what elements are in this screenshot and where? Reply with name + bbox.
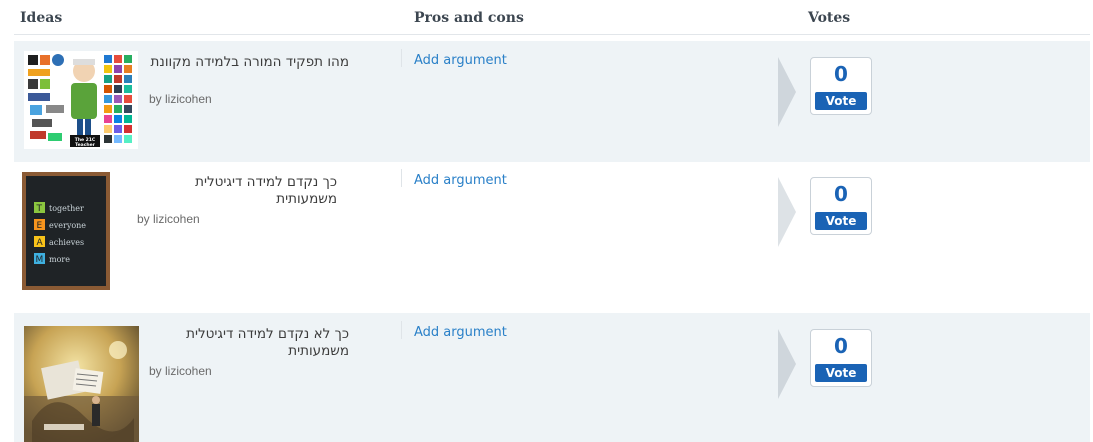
svg-text:T: T	[36, 204, 43, 214]
vote-button[interactable]: Vote	[815, 212, 867, 230]
idea-author: by lizicohen	[149, 92, 212, 106]
team-chalkboard-image: T E A M together everyone achieves more	[22, 172, 110, 290]
idea-title[interactable]: כך נקדם למידה דיגיטלית משמעותית	[137, 174, 337, 208]
vote-arrow-icon	[778, 57, 796, 127]
vote-count: 0	[834, 62, 848, 86]
surreal-painting-image	[24, 326, 139, 442]
idea-thumbnail-painting[interactable]	[24, 326, 139, 442]
svg-text:A: A	[37, 238, 44, 248]
svg-text:Teacher: Teacher	[75, 142, 95, 148]
column-header-ideas: Ideas	[20, 10, 63, 26]
idea-row: כך לא נקדם למידה דיגיטלית משמעותית by li…	[14, 313, 1090, 442]
vote-box: 0 Vote	[810, 57, 872, 115]
vote-count: 0	[834, 334, 848, 358]
idea-row: The 21C Teacher מהו תפקיד המורה בלמידה מ…	[14, 41, 1090, 162]
vote-button[interactable]: Vote	[815, 364, 867, 382]
table-header: Ideas Pros and cons Votes	[14, 0, 1090, 35]
vote-arrow-icon	[778, 177, 796, 247]
column-header-pros-cons: Pros and cons	[414, 10, 524, 26]
thumb-word: everyone	[49, 221, 86, 230]
idea-thumbnail-teacher[interactable]: The 21C Teacher	[24, 51, 138, 149]
vote-box: 0 Vote	[810, 329, 872, 387]
idea-author: by lizicohen	[149, 364, 212, 378]
thumb-word: together	[49, 204, 84, 213]
pros-cons-cell: Add argument	[401, 49, 507, 68]
idea-author: by lizicohen	[137, 212, 200, 226]
svg-text:M: M	[36, 255, 44, 265]
add-argument-link[interactable]: Add argument	[414, 53, 507, 68]
vote-arrow-icon	[778, 329, 796, 399]
thumb-word: achieves	[49, 238, 84, 247]
idea-title[interactable]: כך לא נקדם למידה דיגיטלית משמעותית	[149, 326, 349, 360]
add-argument-link[interactable]: Add argument	[414, 173, 507, 188]
thumb-word: more	[49, 255, 70, 264]
pros-cons-cell: Add argument	[401, 321, 507, 340]
vote-box: 0 Vote	[810, 177, 872, 235]
idea-title[interactable]: מהו תפקיד המורה בלמידה מקוונת	[149, 54, 349, 71]
add-argument-link[interactable]: Add argument	[414, 325, 507, 340]
pros-cons-cell: Add argument	[401, 169, 507, 188]
idea-thumbnail-team[interactable]: T E A M together everyone achieves more	[22, 172, 110, 290]
svg-text:E: E	[37, 221, 43, 231]
vote-button[interactable]: Vote	[815, 92, 867, 110]
idea-row: T E A M together everyone achieves more …	[14, 161, 1090, 290]
column-header-votes: Votes	[808, 10, 851, 26]
teacher-app-icons-image: The 21C Teacher	[24, 51, 138, 149]
vote-count: 0	[834, 182, 848, 206]
